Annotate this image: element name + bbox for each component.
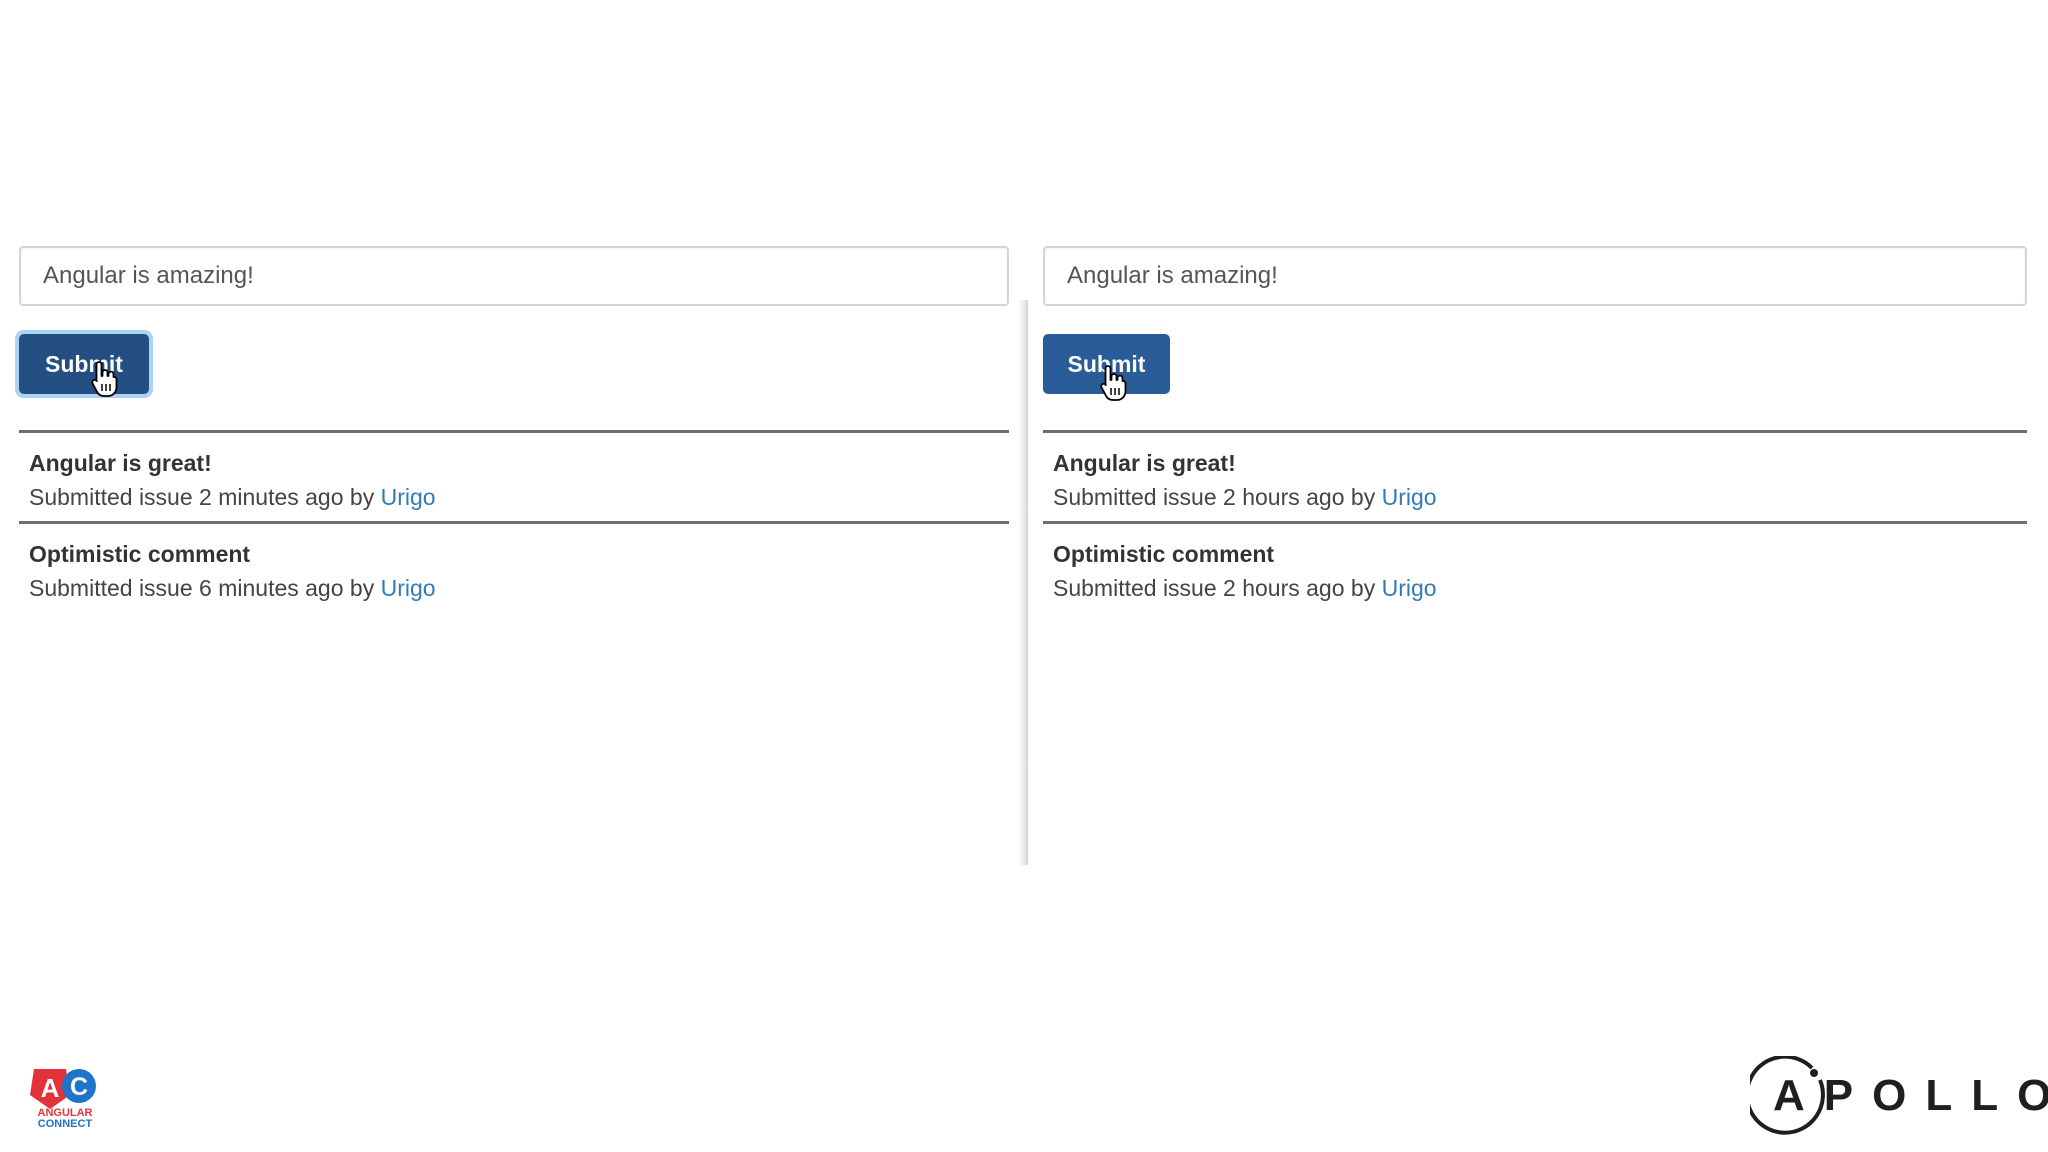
list-item: Optimistic comment Submitted issue 6 min…	[19, 521, 1009, 612]
item-meta-text: Submitted issue 6 minutes ago by	[29, 575, 381, 601]
item-title: Optimistic comment	[1053, 541, 1275, 567]
svg-text:A: A	[41, 1073, 60, 1103]
issue-list: Angular is great! Submitted issue 2 minu…	[19, 430, 1009, 612]
submit-button[interactable]: Submit	[19, 334, 149, 394]
apollo-wordmark: APOLLO	[1773, 1071, 2048, 1120]
author-link[interactable]: Urigo	[1382, 575, 1437, 601]
author-link[interactable]: Urigo	[381, 484, 436, 510]
angular-connect-wordmark: ANGULAR CONNECT	[30, 1108, 100, 1130]
comment-input[interactable]	[1043, 246, 2027, 306]
svg-text:C: C	[70, 1073, 88, 1101]
item-meta: Submitted issue 2 hours ago by Urigo	[1053, 570, 2017, 606]
hand-pointer-icon	[91, 361, 118, 397]
item-meta-text: Submitted issue 2 hours ago by	[1053, 575, 1382, 601]
item-title: Angular is great!	[29, 450, 212, 476]
item-meta: Submitted issue 6 minutes ago by Urigo	[29, 570, 999, 606]
item-title: Optimistic comment	[29, 541, 251, 567]
issue-list: Angular is great! Submitted issue 2 hour…	[1043, 430, 2027, 612]
author-link[interactable]: Urigo	[1382, 484, 1437, 510]
video-frame: Submit Angular is great! Submitted issue…	[0, 0, 2048, 1152]
item-meta-text: Submitted issue 2 minutes ago by	[29, 484, 381, 510]
item-meta-text: Submitted issue 2 hours ago by	[1053, 484, 1382, 510]
list-item: Angular is great! Submitted issue 2 hour…	[1043, 430, 2027, 521]
right-client-panel: Submit Angular is great! Submitted issue…	[1043, 246, 2027, 866]
item-meta: Submitted issue 2 hours ago by Urigo	[1053, 479, 2017, 515]
comment-input[interactable]	[19, 246, 1009, 306]
item-meta: Submitted issue 2 minutes ago by Urigo	[29, 479, 999, 515]
window-divider	[1018, 300, 1028, 865]
list-item: Optimistic comment Submitted issue 2 hou…	[1043, 521, 2027, 612]
item-title: Angular is great!	[1053, 450, 1236, 476]
list-item: Angular is great! Submitted issue 2 minu…	[19, 430, 1009, 521]
hand-pointer-icon	[1100, 365, 1127, 401]
logo-line-2: CONNECT	[37, 1118, 93, 1130]
left-client-panel: Submit Angular is great! Submitted issue…	[19, 246, 1009, 866]
author-link[interactable]: Urigo	[381, 575, 436, 601]
